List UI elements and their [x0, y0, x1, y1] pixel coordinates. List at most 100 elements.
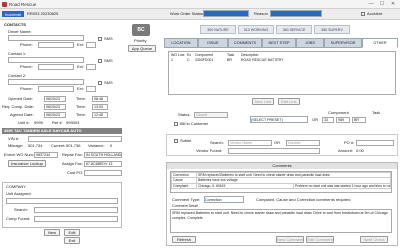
req-comp-date-field[interactable]: 08/25/23	[44, 104, 66, 110]
tab-nature[interactable]: 300 NATURE	[200, 25, 236, 34]
component-field[interactable]: 33	[322, 117, 334, 123]
company-search-field[interactable]	[34, 207, 118, 213]
task-field-a[interactable]: 989	[336, 117, 350, 123]
comp-found-field[interactable]	[34, 216, 118, 222]
reason-select[interactable]	[270, 10, 322, 17]
edit-line-button[interactable]: Edit Line	[278, 98, 300, 105]
tab-comments[interactable]: COMMENTS	[228, 38, 262, 48]
req-comp-date-label: Req. Comp. Date:	[2, 104, 35, 109]
comments-grid: Correction SRM replaced Batteries to sta…	[170, 171, 392, 193]
driver-sms-checkbox[interactable]	[98, 37, 102, 41]
spell-check-button[interactable]: Spell Check	[360, 236, 388, 243]
comp-found-label: Comp Found:	[6, 216, 31, 221]
vendor-name-field[interactable]: Vendor Name	[228, 140, 272, 146]
assign-fac-label: Assign Fac:	[62, 161, 83, 166]
cust-po-label: Cust PO:	[67, 170, 84, 175]
tab-next-step[interactable]: NEXT STEP	[262, 38, 296, 48]
jobs-cell-component: 3300FD001	[195, 57, 214, 62]
agreed-date-field[interactable]: 08/25/23	[44, 112, 66, 118]
cust-po-field[interactable]	[84, 170, 122, 176]
jobs-cell-description: ROAD RESCUE BATTERY	[241, 57, 284, 62]
tab-working[interactable]: 310 WORKING	[238, 25, 274, 34]
tab-location[interactable]: LOCATION	[164, 38, 198, 48]
driver-name-field[interactable]	[8, 35, 84, 41]
contact2-ext-field[interactable]	[86, 86, 96, 92]
opened-date-field[interactable]: 08/25/23	[44, 96, 66, 102]
new-button[interactable]: New	[44, 229, 60, 236]
or-label: OR	[312, 117, 318, 122]
amount-label: Amount:	[338, 148, 353, 153]
opened-time-field[interactable]: 08:48	[92, 96, 108, 102]
comment-text-cell: Problem no start unit was last started 1…	[293, 182, 391, 190]
maximize-button[interactable]: ☐	[377, 1, 387, 8]
repair-fac-field[interactable]: IN SOUTH HOLLAND	[84, 152, 122, 158]
work-order-status-select[interactable]	[203, 10, 249, 17]
close-button[interactable]: ✕	[388, 1, 398, 8]
driver-sms-label: SMS	[104, 36, 113, 41]
comment-detail-textarea[interactable]: SRM replaced Batteries to start unit. Ne…	[170, 209, 392, 233]
agreed-time-field[interactable]: 12:48	[92, 112, 108, 118]
table-row[interactable]: 1 C 3300FD001 BR ROAD RESCUE BATTERY	[170, 58, 322, 63]
left-panel: CONTACTS Driver Name: Phone: Ext: SMS Co…	[0, 21, 124, 248]
refresh-button[interactable]: Refresh	[172, 236, 196, 243]
or-separator: OR	[274, 140, 280, 145]
tab-superv[interactable]: 380 SUPERV	[314, 25, 350, 34]
contact1-ext-field[interactable]	[86, 64, 96, 70]
sublet-checkbox[interactable]	[174, 139, 178, 143]
task-label: Task	[372, 110, 381, 115]
agreed-time-label: Time:	[76, 112, 86, 117]
status-field[interactable]: Closed	[194, 112, 228, 118]
exit-button[interactable]: Exit	[64, 237, 80, 244]
contact2-sms-checkbox[interactable]	[98, 81, 102, 85]
sublet-search-label: Search:	[210, 140, 224, 145]
po-field[interactable]	[356, 140, 394, 146]
variance-value: 0	[110, 143, 113, 148]
driver-name-label: Driver Name:	[8, 29, 32, 34]
new-comment-button[interactable]: New Comment	[276, 236, 304, 243]
new-line-button[interactable]: New Line	[252, 98, 274, 105]
tab-service[interactable]: 360 SERVICE	[276, 25, 312, 34]
bill-to-customer-checkbox[interactable]	[174, 122, 178, 126]
current-value: 501,736	[66, 143, 81, 148]
contact1-phone-field[interactable]	[38, 64, 74, 70]
driver-phone-field[interactable]	[38, 42, 74, 48]
driver-ext-field[interactable]	[86, 42, 96, 48]
assign-fac-field[interactable]: 67.8C6BEDV 13	[84, 161, 122, 167]
tab-supervisor[interactable]: SUPERVISOR	[324, 38, 362, 48]
contact1-field[interactable]	[8, 57, 84, 63]
minimize-button[interactable]: —	[366, 1, 376, 8]
comment-location-cell: Chicago, IL 60615	[196, 182, 294, 190]
edit-button[interactable]: Edit	[64, 229, 80, 236]
comment-type-select[interactable]: Correction	[204, 196, 244, 203]
contact1-sms-checkbox[interactable]	[98, 59, 102, 63]
preset-select[interactable]: (SELECT PRESET)	[250, 116, 308, 123]
jobs-header-wo-line: WO Line	[171, 53, 185, 57]
task-field-b[interactable]: BR	[352, 117, 366, 123]
contact1-ext-label: Ext:	[77, 64, 84, 69]
app-queue-button[interactable]: App Queue	[128, 45, 156, 52]
edit-comment-button[interactable]: Edit Comment	[306, 236, 334, 243]
tab-other[interactable]: OTHER	[362, 38, 398, 48]
contact2-field[interactable]	[8, 79, 84, 85]
bill-to-customer-label: Bill to Customer	[180, 121, 209, 126]
vendor-number-field[interactable]: Number	[286, 140, 320, 146]
incident-tag: Incident#	[2, 11, 25, 17]
table-row[interactable]: Complaint Chicago, IL 60615 Problem no s…	[171, 182, 391, 190]
enrich-field[interactable]: 9837244	[34, 152, 58, 158]
unit-assigned-field[interactable]	[6, 198, 118, 204]
unit-label: Unit #:	[18, 120, 30, 125]
tab-jobs[interactable]: JOBS	[296, 38, 324, 48]
accident-checkbox[interactable]	[361, 12, 365, 16]
vin-field[interactable]	[28, 136, 122, 142]
company-search-label: Search:	[14, 207, 28, 212]
insurance-lookup-button[interactable]: Insurance Lookup	[8, 160, 46, 167]
req-comp-time-field[interactable]: 13:00	[92, 104, 108, 110]
tab-issue[interactable]: ISSUE	[198, 38, 228, 48]
work-order-status-label: Work Order Status	[170, 11, 204, 16]
contact2-phone-field[interactable]	[38, 86, 74, 92]
vendor-found-field[interactable]	[228, 148, 320, 154]
contact1-sms-label: SMS	[104, 58, 113, 63]
status-label: Status:	[178, 112, 191, 117]
driver-ext-label: Ext:	[77, 42, 84, 47]
component-label: Component	[328, 110, 349, 115]
